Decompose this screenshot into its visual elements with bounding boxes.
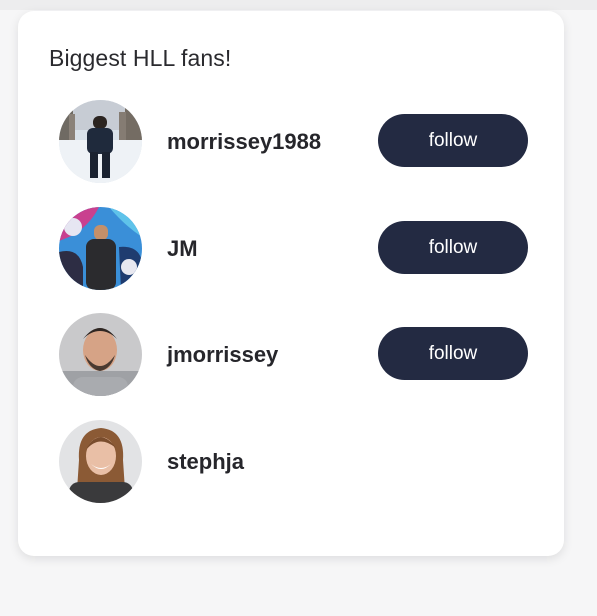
- user-row: morrissey1988 follow: [59, 100, 529, 184]
- user-row: jmorrissey follow: [59, 313, 529, 397]
- top-strip: [0, 0, 597, 10]
- smiling-woman-avatar[interactable]: [59, 420, 142, 503]
- follow-button[interactable]: follow: [378, 221, 528, 274]
- user-row: JM follow: [59, 207, 529, 291]
- person-in-snow-avatar[interactable]: [59, 100, 142, 183]
- username[interactable]: stephja: [167, 420, 244, 503]
- bearded-man-avatar[interactable]: [59, 313, 142, 396]
- username[interactable]: jmorrissey: [167, 313, 278, 396]
- card-title: Biggest HLL fans!: [49, 45, 232, 71]
- fans-card: Biggest HLL fans! morrissey1988 follow J…: [18, 11, 564, 556]
- person-graffiti-wall-avatar[interactable]: [59, 207, 142, 290]
- follow-button[interactable]: follow: [378, 327, 528, 380]
- user-row: stephja: [59, 420, 529, 504]
- username[interactable]: JM: [167, 207, 198, 290]
- username[interactable]: morrissey1988: [167, 100, 321, 183]
- follow-button[interactable]: follow: [378, 114, 528, 167]
